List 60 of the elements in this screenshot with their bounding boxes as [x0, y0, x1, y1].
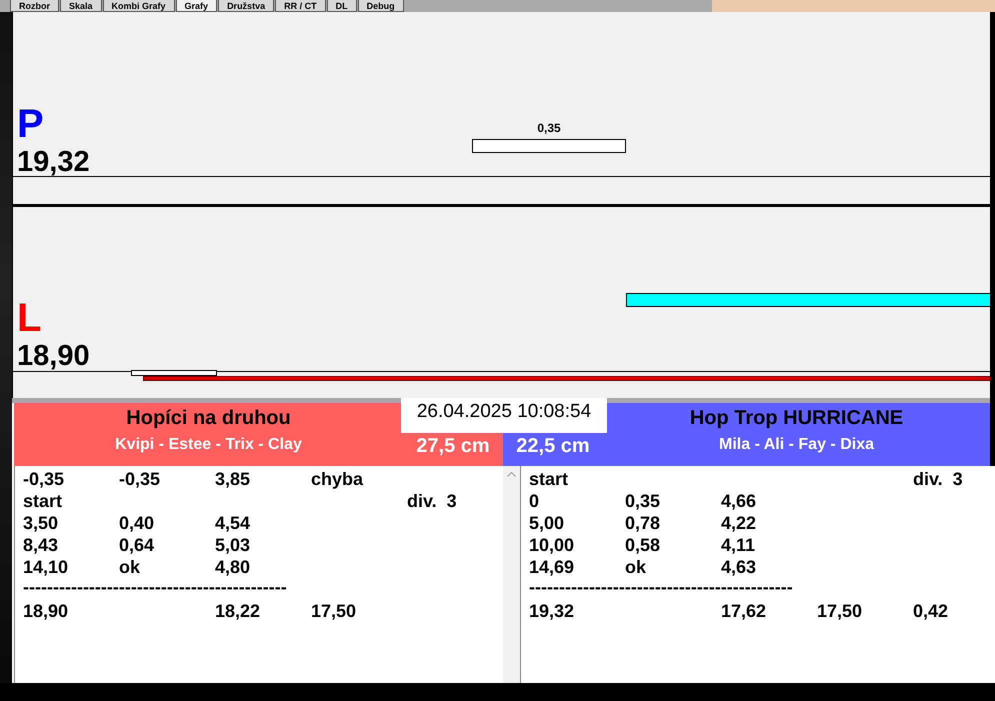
table-cell-text: 3,85: [215, 468, 252, 490]
distance-value: 22,5 cm: [516, 435, 590, 458]
table-cell-text: 5,00: [529, 512, 566, 534]
table-cell-text: start: [529, 468, 570, 490]
tab[interactable]: DL: [326, 0, 357, 12]
table-cell-text: chyba: [311, 468, 364, 490]
table-cell-text: ok: [119, 556, 142, 578]
table-cell-text: -0,35: [119, 468, 162, 490]
table-cell-text: 0,35: [625, 490, 662, 512]
table-cell-text: 4,63: [721, 556, 758, 578]
table-cell-text: start: [23, 490, 64, 512]
table-cell-text: 14,10: [23, 556, 70, 578]
table-cell-text: 10,00: [529, 534, 576, 556]
table-cell-text: 18,22: [215, 600, 262, 622]
score-value: 19,32: [17, 146, 90, 178]
tab[interactable]: Grafy: [176, 0, 218, 12]
table-cell-text: 8,43: [23, 534, 60, 556]
timestamp: 26.04.2025 10:08:54: [401, 398, 607, 433]
table-cell-text: 0,58: [625, 534, 662, 556]
separator-line: --------------------------------------------: [23, 578, 287, 599]
table-cell-text: 0,64: [119, 534, 156, 556]
table-cell-text: 0,42: [913, 600, 950, 622]
table-cell-text: 4,80: [215, 556, 252, 578]
table-cell-text: div. 3: [407, 490, 458, 512]
table-cell-text: ok: [625, 556, 648, 578]
side-letter: L: [17, 296, 42, 340]
distance-value: 27,5 cm: [416, 435, 490, 458]
side-letter: P: [17, 102, 44, 146]
table-cell-text: div. 3: [913, 468, 964, 490]
table-cell-text: 3,50: [23, 512, 60, 534]
chevron-up-icon[interactable]: [507, 472, 516, 477]
table-cell-text: 4,11: [721, 534, 756, 556]
table-cell-text: 19,32: [529, 600, 576, 622]
team-name: Hopíci na druhou: [126, 406, 291, 431]
table-cell-text: 0,40: [119, 512, 156, 534]
tab[interactable]: Rozbor: [10, 0, 59, 12]
bar-value-label: 0,35: [536, 121, 562, 135]
tab[interactable]: Kombi Grafy: [102, 0, 175, 12]
tab[interactable]: RR / CT: [275, 0, 326, 12]
team-members: Mila - Ali - Fay - Dixa: [719, 435, 874, 455]
scrollbar[interactable]: [503, 466, 520, 683]
score-value: 18,90: [17, 340, 90, 372]
team-members: Kvipi - Estee - Trix - Clay: [115, 435, 302, 455]
table-cell-text: 14,69: [529, 556, 576, 578]
table-cell-text: 4,22: [721, 512, 758, 534]
table-cell-text: -0,35: [23, 468, 66, 490]
table-cell-text: 17,50: [311, 600, 358, 622]
table-cell-text: 17,50: [817, 600, 864, 622]
table-cell-text: 18,90: [23, 600, 70, 622]
table-cell-text: 4,54: [215, 512, 252, 534]
table-cell-text: 5,03: [215, 534, 252, 556]
team-name: Hop Trop HURRICANE: [690, 406, 904, 431]
table-cell-text: 4,66: [721, 490, 758, 512]
tab[interactable]: Skala: [60, 0, 102, 12]
tab[interactable]: Družstva: [218, 0, 274, 12]
table-cell-text: 0,78: [625, 512, 662, 534]
table-cell-text: 17,62: [721, 600, 768, 622]
separator-line: --------------------------------------------: [529, 578, 793, 599]
tab[interactable]: Debug: [358, 0, 404, 12]
table-cell-text: 0: [529, 490, 540, 512]
